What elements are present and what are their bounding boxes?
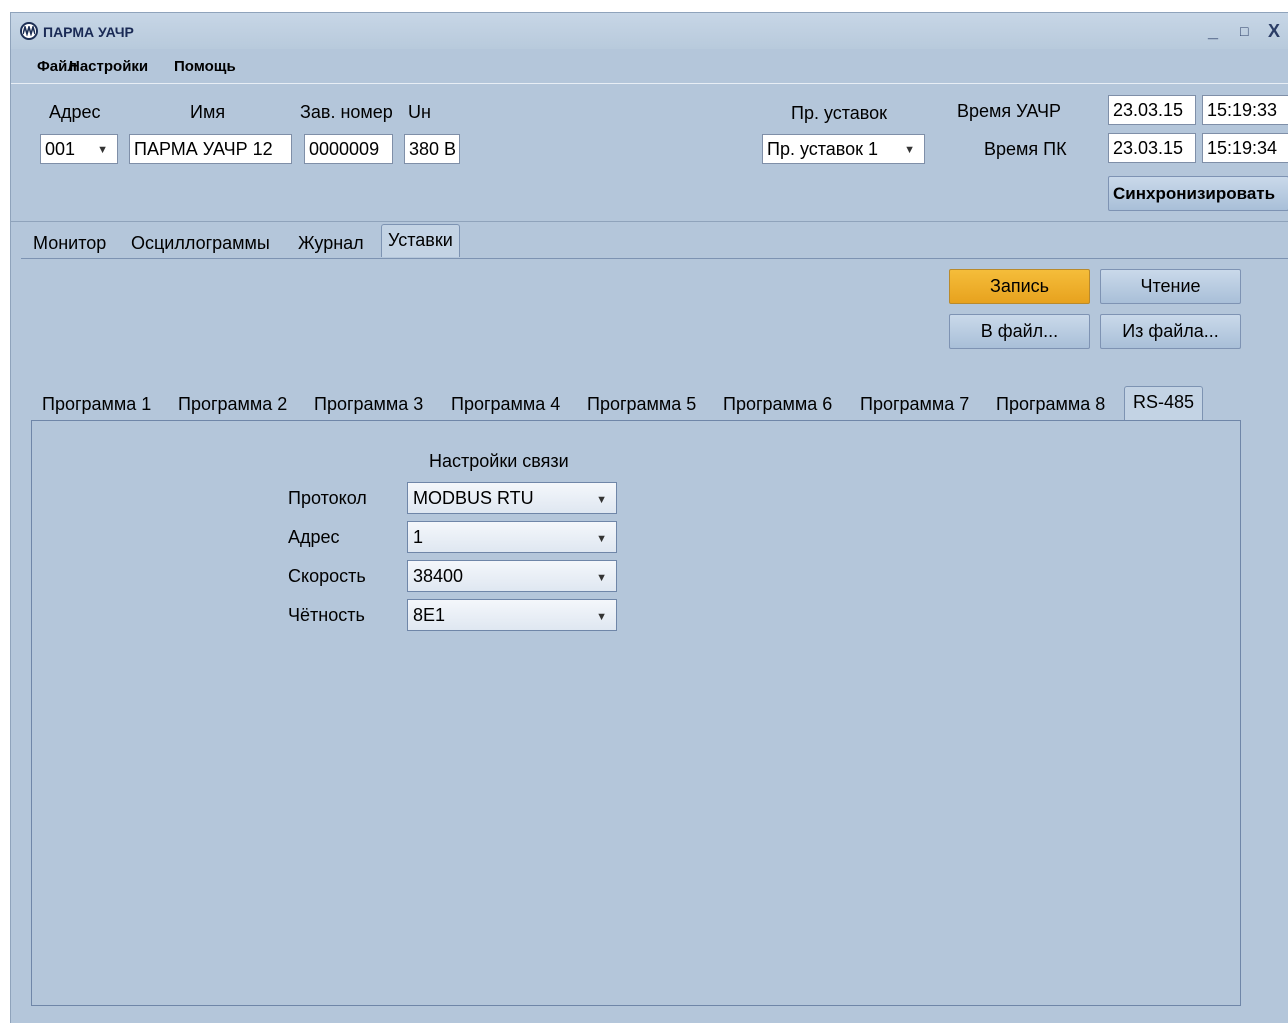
device-name-field[interactable]: ПАРМА УАЧР 12 [129, 134, 292, 164]
speed-dropdown[interactable]: 38400 ▼ [407, 560, 617, 592]
header-divider [11, 221, 1288, 222]
subtab-program-7[interactable]: Программа 7 [860, 394, 969, 415]
un-field[interactable]: 380 В [404, 134, 460, 164]
pc-date-value: 23.03.15 [1113, 138, 1184, 158]
preset-value: Пр. уставок 1 [767, 139, 879, 159]
tab-journal[interactable]: Журнал [298, 233, 364, 254]
protocol-value: MODBUS RTU [413, 488, 534, 508]
chevron-down-icon: ▼ [97, 144, 108, 156]
menu-help[interactable]: Помощь [174, 58, 236, 75]
tabs-divider [21, 258, 1288, 259]
pc-time-value: 15:19:34 [1207, 138, 1278, 158]
parity-label: Чётность [288, 605, 365, 625]
app-logo-icon [20, 22, 38, 40]
name-label: Имя [190, 102, 226, 122]
maximize-button[interactable]: □ [1240, 23, 1248, 39]
subtab-rs485[interactable]: RS-485 [1124, 386, 1204, 421]
protocol-dropdown[interactable]: MODBUS RTU ▼ [407, 482, 617, 514]
speed-value: 38400 [413, 566, 464, 586]
sync-button[interactable]: Синхронизировать [1108, 176, 1288, 211]
address-value: 001 [45, 139, 76, 159]
write-button[interactable]: Запись [949, 269, 1090, 304]
rs485-panel [31, 420, 1241, 1006]
tab-monitor[interactable]: Монитор [33, 233, 106, 254]
save-to-file-button[interactable]: В файл... [949, 314, 1090, 349]
chevron-down-icon: ▼ [596, 611, 607, 623]
chevron-down-icon: ▼ [596, 572, 607, 584]
comm-address-value: 1 [413, 527, 424, 547]
device-time-label: Время УАЧР [957, 101, 1061, 121]
un-value: 380 В [409, 139, 457, 159]
protocol-label: Протокол [288, 488, 367, 508]
subtab-program-8[interactable]: Программа 8 [996, 394, 1105, 415]
subtab-program-1[interactable]: Программа 1 [42, 394, 151, 415]
chevron-down-icon: ▼ [596, 533, 607, 545]
menu-divider [11, 83, 1288, 84]
speed-label: Скорость [288, 566, 366, 586]
title-bar: ПАРМА УАЧР _ □ X [11, 13, 1288, 49]
pc-date-field[interactable]: 23.03.15 [1108, 133, 1196, 163]
device-time-field[interactable]: 15:19:33 [1202, 95, 1288, 125]
chevron-down-icon: ▼ [904, 144, 915, 156]
tab-settings[interactable]: Уставки [381, 224, 460, 257]
preset-label: Пр. уставок [791, 103, 888, 123]
subtab-program-2[interactable]: Программа 2 [178, 394, 287, 415]
window-title: ПАРМА УАЧР [43, 24, 134, 40]
parity-value: 8E1 [413, 605, 446, 625]
chevron-down-icon: ▼ [596, 494, 607, 506]
subtab-program-6[interactable]: Программа 6 [723, 394, 832, 415]
pc-time-label: Время ПК [984, 139, 1067, 159]
subtab-program-5[interactable]: Программа 5 [587, 394, 696, 415]
preset-dropdown[interactable]: Пр. уставок 1 ▼ [762, 134, 925, 164]
parity-dropdown[interactable]: 8E1 ▼ [407, 599, 617, 631]
tab-oscillograms[interactable]: Осциллограммы [131, 233, 270, 254]
address-label: Адрес [49, 102, 101, 122]
comm-address-dropdown[interactable]: 1 ▼ [407, 521, 617, 553]
device-date-value: 23.03.15 [1113, 100, 1184, 120]
menu-settings[interactable]: Настройки [69, 58, 148, 75]
un-label: Uн [408, 102, 431, 122]
serial-label: Зав. номер [300, 102, 393, 122]
comm-settings-title: Настройки связи [429, 451, 569, 471]
load-from-file-button[interactable]: Из файла... [1100, 314, 1241, 349]
app-window: ПАРМА УАЧР _ □ X Файл Настройки Помощь А… [10, 12, 1288, 1023]
pc-time-field[interactable]: 15:19:34 [1202, 133, 1288, 163]
address-dropdown[interactable]: 001 ▼ [40, 134, 118, 164]
comm-address-label: Адрес [288, 527, 340, 547]
subtab-program-3[interactable]: Программа 3 [314, 394, 423, 415]
close-button[interactable]: X [1268, 21, 1280, 42]
read-button[interactable]: Чтение [1100, 269, 1241, 304]
device-time-value: 15:19:33 [1207, 100, 1278, 120]
subtab-program-4[interactable]: Программа 4 [451, 394, 560, 415]
device-date-field[interactable]: 23.03.15 [1108, 95, 1196, 125]
device-name-value: ПАРМА УАЧР 12 [134, 139, 273, 159]
serial-value: 0000009 [309, 139, 380, 159]
minimize-button[interactable]: _ [1208, 21, 1218, 42]
serial-field[interactable]: 0000009 [304, 134, 393, 164]
